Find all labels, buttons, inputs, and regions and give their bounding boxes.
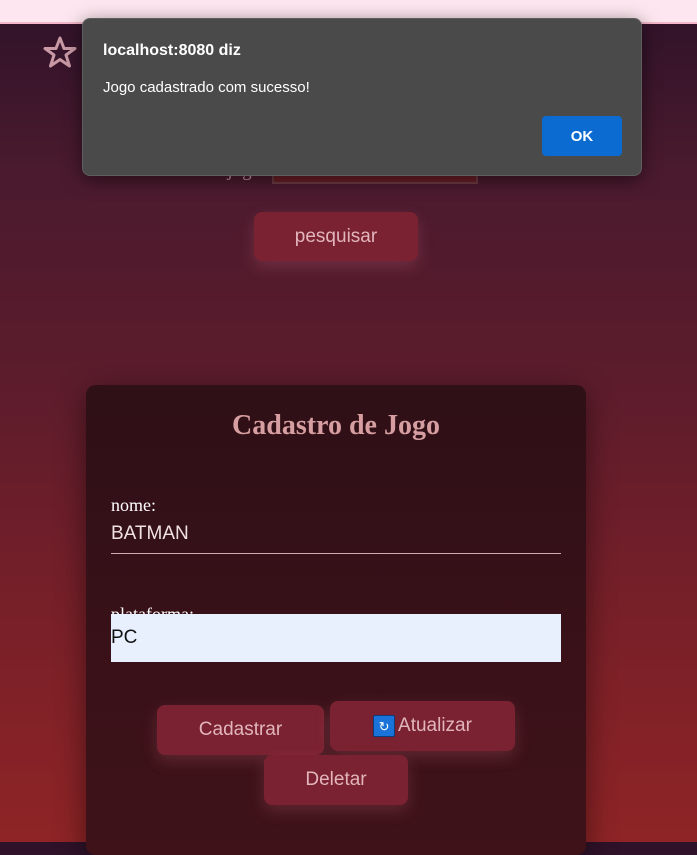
game-form-card: Cadastro de Jogo nome: BATMAN plataforma…: [86, 385, 586, 855]
dialog-message: Jogo cadastrado com sucesso!: [103, 79, 310, 96]
star-icon[interactable]: [43, 35, 77, 69]
search-button[interactable]: pesquisar: [254, 212, 418, 261]
alert-dialog: localhost:8080 diz Jogo cadastrado com s…: [82, 18, 642, 176]
nome-input[interactable]: BATMAN: [111, 514, 561, 554]
dialog-ok-button[interactable]: OK: [542, 116, 622, 156]
form-title: Cadastro de Jogo: [232, 410, 440, 441]
cadastrar-button[interactable]: Cadastrar: [157, 705, 324, 755]
atualizar-label: Atualizar: [398, 715, 472, 736]
atualizar-button[interactable]: ↻ Atualizar: [330, 701, 515, 751]
plataforma-input[interactable]: PC: [111, 614, 561, 662]
dialog-title: localhost:8080 diz: [103, 42, 241, 59]
nome-label: nome:: [111, 495, 156, 515]
deletar-button[interactable]: Deletar: [264, 755, 408, 805]
sync-icon: ↻: [373, 715, 396, 737]
